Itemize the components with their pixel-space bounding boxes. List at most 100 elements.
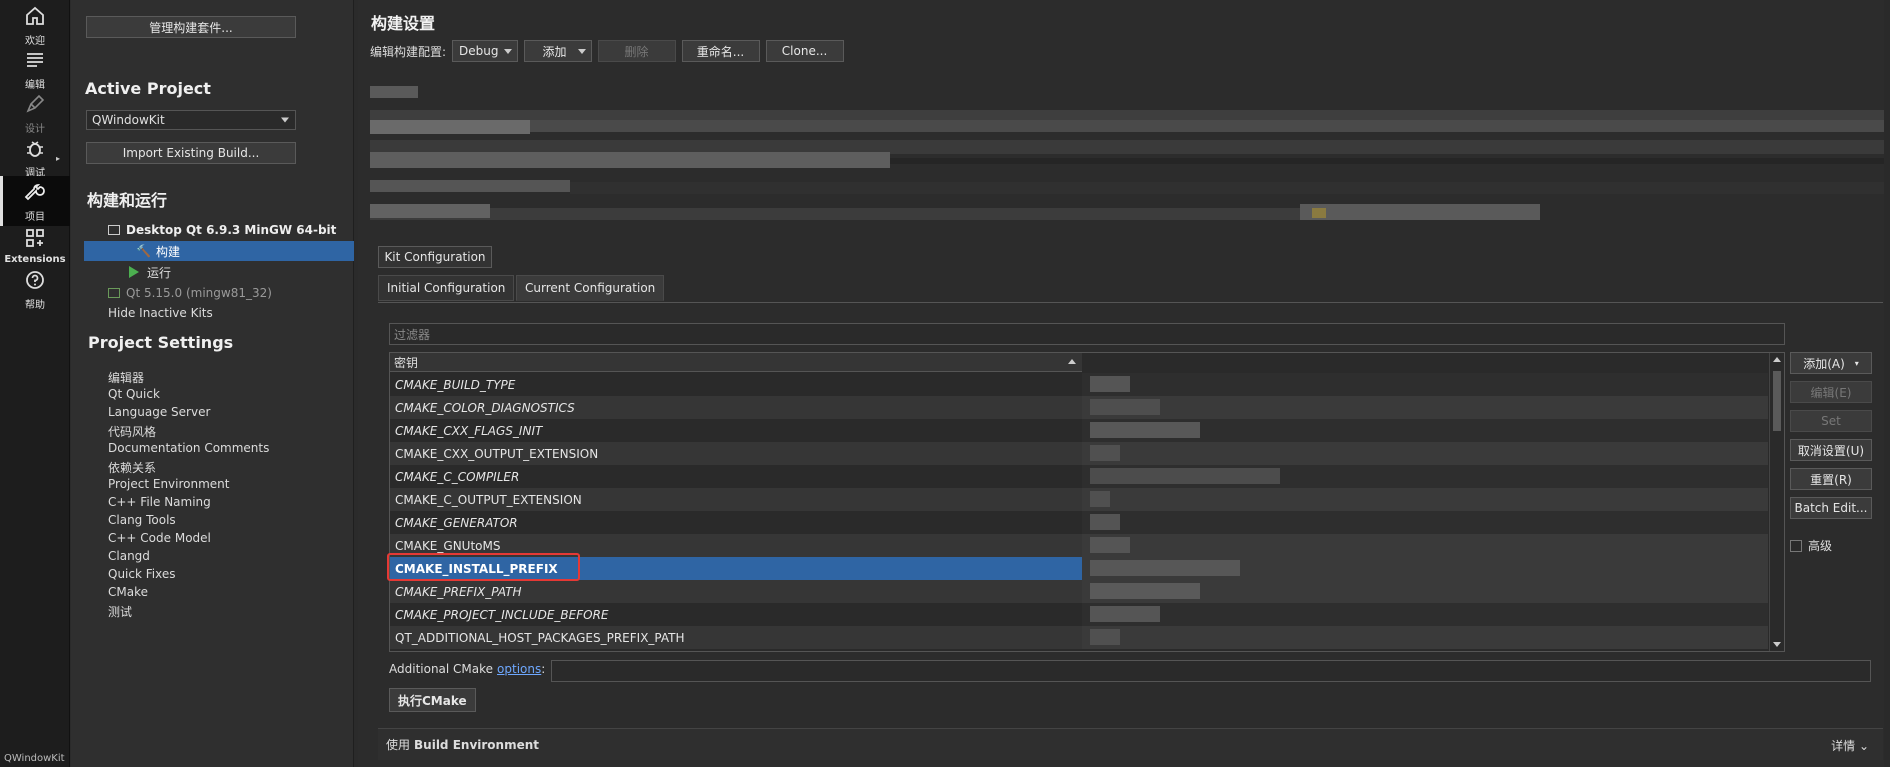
chevron-down-icon — [503, 49, 512, 54]
page-scrollbar[interactable] — [1884, 0, 1890, 767]
mode-projects[interactable]: 项目 — [0, 176, 70, 226]
tab-current-configuration[interactable]: Current Configuration — [516, 275, 665, 301]
advanced-checkbox[interactable]: 高级 — [1790, 537, 1832, 554]
redacted-value-cell — [1082, 511, 1768, 534]
kit-label: Desktop Qt 6.9.3 MinGW 64-bit — [126, 223, 337, 237]
redacted-value-cell — [1082, 442, 1768, 465]
table-row[interactable]: CMAKE_GENERATOR — [390, 511, 1082, 534]
settings-item[interactable]: C++ Code Model — [108, 531, 211, 545]
filter-input[interactable]: 过滤器 — [389, 323, 1785, 345]
table-row[interactable]: CMAKE_C_COMPILER — [390, 465, 1082, 488]
tree-item-build[interactable]: 🔨 构建 — [84, 241, 354, 261]
settings-item[interactable]: C++ File Naming — [108, 495, 211, 509]
table-row[interactable]: CMAKE_PREFIX_PATH — [390, 580, 1082, 603]
settings-item[interactable]: Project Environment — [108, 477, 230, 491]
monitor-icon — [108, 225, 120, 235]
table-row[interactable]: CMAKE_C_OUTPUT_EXTENSION — [390, 488, 1082, 511]
set-variable-button[interactable]: Set — [1790, 410, 1872, 432]
edit-config-label: 编辑构建配置: — [370, 44, 447, 59]
settings-item[interactable]: 测试 — [108, 603, 132, 620]
unset-variable-button[interactable]: 取消设置(U) — [1790, 439, 1872, 461]
inactive-kit-label: Qt 5.15.0 (mingw81_32) — [126, 286, 272, 300]
mode-extensions[interactable]: Extensions — [0, 220, 70, 270]
table-scrollbar[interactable] — [1769, 353, 1784, 651]
chevron-down-icon — [281, 117, 289, 123]
project-select[interactable]: QWindowKit — [86, 110, 296, 130]
settings-item[interactable]: Quick Fixes — [108, 567, 175, 581]
tree-item-run[interactable]: 运行 — [129, 263, 171, 281]
scroll-up-icon[interactable] — [1773, 357, 1781, 362]
scroll-thumb[interactable] — [1773, 371, 1781, 431]
details-toggle[interactable]: 详情 ⌄ — [1831, 737, 1869, 754]
debug-icon — [27, 140, 43, 157]
project-settings-heading: Project Settings — [88, 333, 234, 352]
settings-item[interactable]: Qt Quick — [108, 387, 160, 401]
redacted-value-cell — [1082, 488, 1768, 511]
chevron-down-icon: ▾ — [1854, 358, 1859, 368]
options-link[interactable]: options — [497, 662, 541, 676]
settings-item[interactable]: Documentation Comments — [108, 441, 269, 455]
edit-variable-button[interactable]: 编辑(E) — [1790, 381, 1872, 403]
mode-help[interactable]: 帮助 — [0, 264, 70, 314]
mode-label: 帮助 — [25, 299, 45, 311]
inactive-kit[interactable]: Qt 5.15.0 (mingw81_32) — [108, 284, 272, 302]
redacted-value-cell — [1082, 419, 1768, 442]
tab-initial-configuration[interactable]: Initial Configuration — [378, 275, 515, 301]
tree-run-label: 运行 — [147, 265, 172, 280]
kit-desktop-qt[interactable]: Desktop Qt 6.9.3 MinGW 64-bit — [108, 221, 336, 239]
wrench-icon — [24, 183, 45, 200]
chevron-down-icon — [577, 49, 586, 54]
settings-item[interactable]: 依赖关系 — [108, 459, 156, 476]
delete-config-button[interactable]: 删除 — [597, 40, 676, 62]
rename-config-button[interactable]: 重命名... — [681, 40, 760, 62]
run-cmake-button[interactable]: 执行CMake — [389, 688, 476, 712]
checkbox-box[interactable] — [1790, 539, 1802, 552]
settings-item[interactable]: Language Server — [108, 405, 210, 419]
settings-item[interactable]: 编辑器 — [108, 369, 144, 386]
table-row[interactable]: CMAKE_CXX_OUTPUT_EXTENSION — [390, 442, 1082, 465]
cmake-config-table[interactable]: 密钥 CMAKE_BUILD_TYPE CMAKE_COLOR_DIAGNOSTI… — [389, 352, 1785, 652]
page-title: 构建设置 — [371, 14, 436, 33]
mode-bar: 欢迎 编辑 设计 调试 ▸ 项目 Extensions 帮助 QWindowKi… — [0, 0, 70, 767]
redacted-value-cell — [1082, 557, 1768, 580]
import-existing-build-button[interactable]: Import Existing Build... — [86, 142, 296, 164]
add-variable-button[interactable]: 添加(A) ▾ — [1790, 352, 1872, 374]
table-row[interactable]: QT_ADDITIONAL_HOST_PACKAGES_PREFIX_PATH — [390, 626, 1082, 649]
key-column-header[interactable]: 密钥 — [390, 353, 1082, 372]
additional-cmake-label: Additional CMake — [389, 662, 494, 676]
table-row[interactable]: CMAKE_BUILD_TYPE — [390, 373, 1082, 396]
mode-edit[interactable]: 编辑 — [0, 44, 70, 94]
project-target-label[interactable]: QWindowKit — [0, 753, 70, 767]
settings-item[interactable]: Clang Tools — [108, 513, 176, 527]
table-row[interactable]: CMAKE_INSTALL_PREFIX — [390, 557, 1082, 580]
scroll-down-icon[interactable] — [1773, 642, 1781, 647]
build-config-value: Debug — [459, 44, 499, 58]
mode-debug[interactable]: 调试 ▸ — [0, 132, 70, 182]
settings-item[interactable]: Clangd — [108, 549, 150, 563]
add-config-button[interactable]: 添加 — [523, 40, 592, 62]
manage-kits-button[interactable]: 管理构建套件... — [86, 16, 296, 38]
table-row[interactable]: CMAKE_COLOR_DIAGNOSTICS — [390, 396, 1082, 419]
build-environment-section[interactable]: 使用 Build Environment 详情 ⌄ — [378, 728, 1883, 760]
mode-welcome[interactable]: 欢迎 — [0, 0, 70, 50]
hide-inactive-kits[interactable]: Hide Inactive Kits — [108, 304, 213, 322]
project-select-value: QWindowKit — [92, 113, 165, 127]
colon-label: : — [541, 662, 546, 676]
table-row[interactable]: CMAKE_CXX_FLAGS_INIT — [390, 419, 1082, 442]
clone-config-button[interactable]: Clone... — [765, 40, 844, 62]
build-config-select[interactable]: Debug — [452, 40, 518, 62]
kit-configuration-button[interactable]: Kit Configuration — [378, 246, 492, 268]
redacted-value-cell — [1082, 580, 1768, 603]
settings-item[interactable]: 代码风格 — [108, 423, 156, 440]
mode-design[interactable]: 设计 — [0, 88, 70, 138]
reset-variable-button[interactable]: 重置(R) — [1790, 468, 1872, 490]
settings-item[interactable]: CMake — [108, 585, 148, 599]
table-row[interactable]: CMAKE_PROJECT_INCLUDE_BEFORE — [390, 603, 1082, 626]
batch-edit-button[interactable]: Batch Edit... — [1790, 497, 1872, 519]
home-icon — [26, 6, 44, 25]
redacted-value-cell — [1082, 465, 1768, 488]
table-row[interactable]: CMAKE_GNUtoMS — [390, 534, 1082, 557]
additional-cmake-options-input[interactable] — [551, 660, 1871, 682]
redacted-region — [370, 84, 1890, 244]
add-variable-label: 添加(A) — [1803, 356, 1845, 371]
